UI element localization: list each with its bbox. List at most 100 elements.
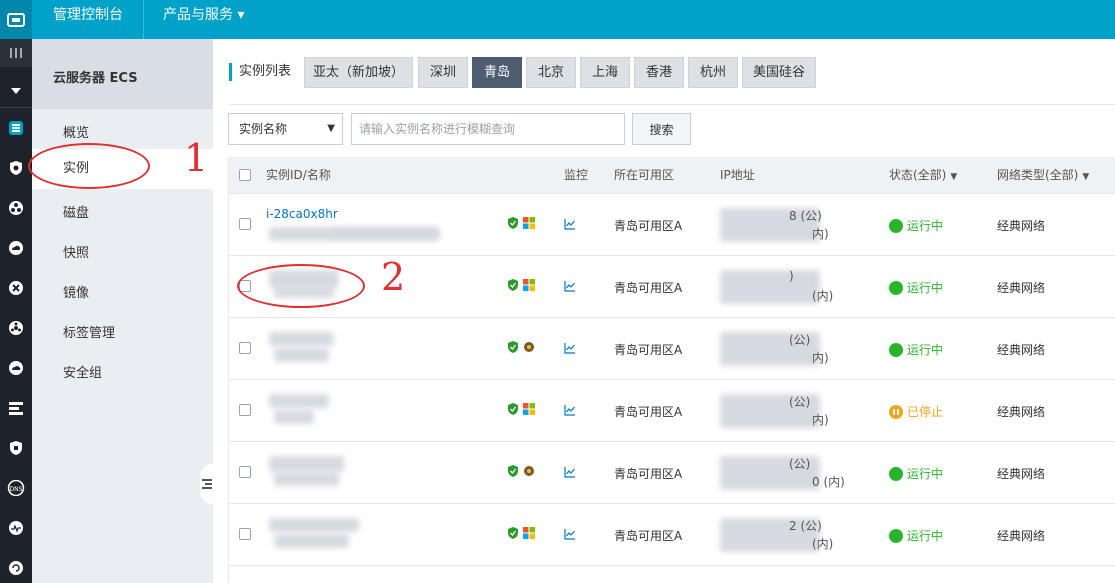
caret-down-icon: ▼ xyxy=(1082,172,1090,182)
ip-private: 内) xyxy=(812,227,829,241)
header-status-filter[interactable]: 状态(全部) ▼ xyxy=(889,157,957,196)
security-shield-icon xyxy=(508,217,518,229)
monitor-chart-icon[interactable] xyxy=(564,280,576,292)
header-network-label: 网络类型(全部) xyxy=(997,168,1079,182)
redacted-id-blur xyxy=(274,534,349,548)
sidebar-item-tags[interactable]: 标签管理 xyxy=(63,322,115,341)
status-label: 运行中 xyxy=(907,343,944,357)
region-tab-beijing[interactable]: 北京 xyxy=(526,57,576,88)
ecs-server-icon[interactable] xyxy=(0,114,32,142)
ip-public: ) xyxy=(789,269,794,283)
monitor-chart-icon[interactable] xyxy=(564,466,576,478)
security-shield-icon xyxy=(508,279,518,291)
security-icon[interactable] xyxy=(0,434,32,462)
search-button[interactable]: 搜索 xyxy=(632,113,691,145)
dns-icon[interactable]: DNS xyxy=(0,474,32,502)
sidebar-item-disks[interactable]: 磁盘 xyxy=(63,202,89,221)
status-label: 运行中 xyxy=(907,467,944,481)
region-tab-silicon-valley[interactable]: 美国硅谷 xyxy=(742,57,816,88)
stack-icon[interactable] xyxy=(0,394,32,422)
refresh-icon[interactable] xyxy=(0,554,32,582)
search-field-select-value: 实例名称 xyxy=(239,122,288,136)
table-row[interactable]: 青岛可用区A (公) 内) 已停止 经典网络 xyxy=(229,380,1115,442)
zone-cell: 青岛可用区A xyxy=(614,343,683,357)
region-tab-singapore[interactable]: 亚太（新加坡） xyxy=(304,57,413,88)
status-badge: 运行中 xyxy=(889,527,943,544)
status-badge: 运行中 xyxy=(889,465,943,482)
status-label: 运行中 xyxy=(907,281,944,295)
caret-down-icon: ▼ xyxy=(950,172,958,182)
chevron-down-icon: ▾ xyxy=(237,7,245,23)
network-type-cell: 经典网络 xyxy=(997,281,1046,295)
network-icon[interactable] xyxy=(0,314,32,342)
status-label: 运行中 xyxy=(907,529,944,543)
windows-icon xyxy=(523,279,535,291)
row-checkbox[interactable] xyxy=(239,404,251,416)
running-status-icon xyxy=(889,528,903,543)
table-row[interactable]: i-28ca0x8hr 青岛可用区A 8 (公) 内) 运行中 经典网络 xyxy=(229,194,1115,256)
console-link[interactable]: 管理控制台 xyxy=(53,0,123,39)
top-bar: 管理控制台 产品与服务 ▾ xyxy=(0,0,1115,39)
security-shield-icon xyxy=(508,527,518,539)
sidebar-item-security-groups[interactable]: 安全组 xyxy=(63,362,102,381)
sidebar-collapse-handle[interactable] xyxy=(200,464,214,504)
ip-public: 2 (公) xyxy=(789,519,822,533)
table-row[interactable]: 青岛可用区A (公) 内) 运行中 经典网络 xyxy=(229,318,1115,380)
ip-private: 0 (内) xyxy=(812,475,845,489)
shield-icon[interactable] xyxy=(0,154,32,182)
status-badge: 运行中 xyxy=(889,341,943,358)
table-row[interactable]: 青岛可用区A 2 (公) (内) 运行中 经典网络 xyxy=(229,504,1115,566)
zone-cell: 青岛可用区A xyxy=(614,219,683,233)
region-tab-hongkong[interactable]: 香港 xyxy=(634,57,684,88)
header-network-filter[interactable]: 网络类型(全部) ▼ xyxy=(997,157,1089,196)
network-type-cell: 经典网络 xyxy=(997,405,1046,419)
ip-private: 内) xyxy=(812,351,829,365)
row-checkbox[interactable] xyxy=(239,342,251,354)
menu-toggle-icon[interactable] xyxy=(0,39,32,67)
monitor-icon[interactable] xyxy=(0,514,32,542)
sidebar-item-images[interactable]: 镜像 xyxy=(63,282,89,301)
annotation-number-1: 1 xyxy=(184,136,209,180)
ip-private: (内) xyxy=(812,289,834,303)
row-checkbox[interactable] xyxy=(239,466,251,478)
instance-id-link[interactable]: i-28ca0x8hr xyxy=(266,207,338,221)
cloud-icon[interactable] xyxy=(0,234,32,262)
caret-down-icon[interactable] xyxy=(0,77,32,105)
region-tab-hangzhou[interactable]: 杭州 xyxy=(688,57,738,88)
monitor-chart-icon[interactable] xyxy=(564,218,576,230)
monitor-chart-icon[interactable] xyxy=(564,528,576,540)
redacted-id-blur xyxy=(274,410,314,424)
cluster-icon[interactable] xyxy=(0,194,32,222)
row-checkbox[interactable] xyxy=(239,218,251,230)
region-tab-shanghai[interactable]: 上海 xyxy=(580,57,630,88)
select-all-checkbox[interactable] xyxy=(239,169,251,181)
monitor-chart-icon[interactable] xyxy=(564,404,576,416)
status-label: 运行中 xyxy=(907,219,944,233)
running-status-icon xyxy=(889,466,903,481)
network-type-cell: 经典网络 xyxy=(997,219,1046,233)
sidebar-item-snapshots[interactable]: 快照 xyxy=(63,242,89,261)
status-badge: 已停止 xyxy=(889,403,943,420)
region-tab-shenzhen[interactable]: 深圳 xyxy=(418,57,468,88)
sidebar-title: 云服务器 ECS xyxy=(32,39,213,109)
search-field-select[interactable]: 实例名称 ▼ xyxy=(228,113,343,145)
monitor-chart-icon[interactable] xyxy=(564,342,576,354)
ip-private: 内) xyxy=(812,413,829,427)
instance-name-search-input[interactable] xyxy=(351,113,625,145)
tools-icon[interactable] xyxy=(0,274,32,302)
region-tab-qingdao[interactable]: 青岛 xyxy=(472,57,522,88)
ecs-sidebar: 云服务器 ECS 概览 实例 磁盘 快照 镜像 标签管理 安全组 xyxy=(32,39,213,583)
products-menu[interactable]: 产品与服务 ▾ xyxy=(163,0,244,39)
row-checkbox[interactable] xyxy=(239,528,251,540)
annotation-ellipse-2 xyxy=(237,264,365,308)
status-badge: 运行中 xyxy=(889,279,943,296)
network-type-cell: 经典网络 xyxy=(997,343,1046,357)
table-row[interactable]: 青岛可用区A (公) 0 (内) 运行中 经典网络 xyxy=(229,442,1115,504)
redacted-id-blur xyxy=(274,348,329,362)
aliyun-logo-icon[interactable] xyxy=(0,0,32,39)
header-id-name: 实例ID/名称 xyxy=(266,168,331,182)
cloud-storage-icon[interactable] xyxy=(0,354,32,382)
ip-public: (公) xyxy=(789,333,811,347)
sidebar-item-overview[interactable]: 概览 xyxy=(63,122,89,141)
table-header: 实例ID/名称 监控 所在可用区 IP地址 状态(全部) ▼ 网络类型(全部) ▼ xyxy=(229,157,1115,194)
